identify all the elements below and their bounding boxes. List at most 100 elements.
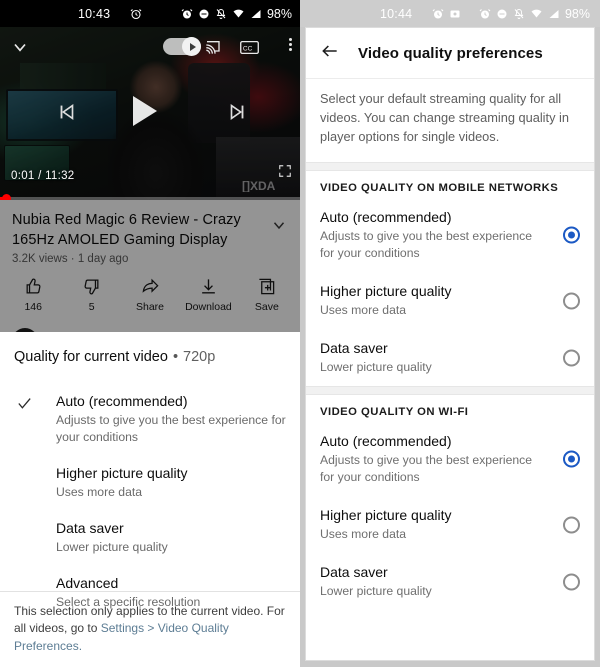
check-icon — [16, 395, 33, 417]
like-button[interactable]: 146 — [4, 277, 62, 313]
xda-watermark: []XDA — [242, 179, 294, 197]
radio-button-selected[interactable] — [563, 450, 580, 468]
option-title: Higher picture quality — [320, 283, 452, 299]
sheet-heading: Quality for current video • 720p — [0, 332, 300, 381]
status-right-icons: 98% — [181, 7, 292, 21]
wifi-option-data-saver[interactable]: Data saver Lower picture quality — [306, 553, 594, 610]
option-subtitle: Lower picture quality — [56, 540, 168, 554]
left-phone-screen: 10:43 98% CC 0:01 / 11:32 []XDA Nubia Re… — [0, 0, 300, 667]
download-button[interactable]: Download — [179, 277, 237, 313]
dual-phone-screenshot: 10:43 98% CC 0:01 / 11:32 []XDA Nubia Re… — [0, 0, 600, 667]
share-label: Share — [136, 301, 165, 313]
option-subtitle: Adjusts to give you the best experience … — [320, 229, 533, 260]
radio-button-selected[interactable] — [563, 226, 580, 244]
autoplay-knob — [182, 37, 201, 56]
thumbs-down-icon — [84, 279, 99, 295]
battery-percent: 98% — [564, 6, 590, 21]
option-subtitle: Uses more data — [320, 527, 407, 541]
status-left-icons — [130, 8, 142, 20]
bell-muted-icon — [216, 8, 226, 19]
sheet-option-auto[interactable]: Auto (recommended) Adjusts to give you t… — [0, 383, 300, 455]
thumbs-up-icon — [26, 278, 41, 294]
video-player[interactable]: CC 0:01 / 11:32 []XDA — [0, 27, 300, 200]
option-subtitle: Lower picture quality — [320, 360, 432, 374]
share-button[interactable]: Share — [121, 277, 179, 313]
alarm-icon — [181, 8, 193, 18]
dislike-count: 5 — [88, 301, 95, 313]
radio-button[interactable] — [563, 292, 580, 309]
mobile-option-higher-picture-quality[interactable]: Higher picture quality Uses more data — [306, 272, 594, 329]
battery-percent: 98% — [266, 6, 292, 21]
collapse-chevron-icon[interactable] — [10, 37, 30, 62]
status-left-icons — [432, 8, 461, 20]
option-subtitle: Adjusts to give you the best experience … — [56, 413, 286, 444]
option-title: Data saver — [56, 520, 124, 536]
section-divider — [306, 386, 594, 395]
sheet-option-data-saver[interactable]: Data saver Lower picture quality — [0, 510, 300, 565]
svg-text:CC: CC — [243, 45, 253, 52]
section-divider — [306, 162, 594, 171]
quality-bottom-sheet: Quality for current video • 720p Auto (rec… — [0, 332, 300, 667]
skip-next-icon[interactable] — [226, 101, 248, 128]
right-status-bar: 10:44 98% — [300, 0, 600, 27]
settings-panel: Video quality preferences Select your de… — [305, 27, 595, 661]
description-chevron-icon[interactable] — [270, 216, 288, 239]
option-title: Higher picture quality — [56, 465, 188, 481]
back-arrow-icon[interactable] — [320, 41, 340, 66]
dislike-button[interactable]: 5 — [62, 277, 120, 313]
like-count: 146 — [24, 301, 42, 313]
left-status-bar: 10:43 98% — [0, 0, 300, 27]
radio-button[interactable] — [563, 516, 580, 533]
option-subtitle: Adjusts to give you the best experience … — [320, 453, 533, 484]
skip-previous-icon[interactable] — [56, 101, 78, 128]
option-subtitle: Uses more data — [56, 485, 143, 499]
save-icon — [259, 278, 275, 295]
wifi-icon — [233, 9, 244, 17]
player-playback-controls — [0, 96, 300, 131]
svg-text:[]XDA: []XDA — [242, 179, 276, 192]
overflow-menu-icon[interactable] — [289, 38, 292, 51]
sheet-footer: This selection only applies to the curre… — [0, 590, 300, 667]
video-action-row: 146 5 Share Download Save — [0, 265, 300, 322]
option-subtitle: Uses more data — [320, 303, 407, 317]
option-title: Auto (recommended) — [320, 209, 452, 225]
sheet-heading-label: Quality for current video — [14, 349, 168, 365]
radio-button[interactable] — [563, 349, 580, 366]
option-title: Data saver — [320, 340, 388, 356]
download-label: Download — [185, 301, 232, 313]
page-title: Video quality preferences — [358, 44, 543, 62]
sheet-option-list: Auto (recommended) Adjusts to give you t… — [0, 381, 300, 620]
status-right-icons: 98% — [479, 7, 590, 21]
signal-icon — [251, 9, 261, 18]
sheet-heading-separator: • — [172, 349, 179, 365]
closed-captions-icon[interactable]: CC — [240, 40, 259, 60]
cast-icon[interactable] — [204, 39, 222, 60]
mobile-option-data-saver[interactable]: Data saver Lower picture quality — [306, 329, 594, 386]
do-not-disturb-icon — [199, 9, 209, 18]
sheet-option-higher-picture-quality[interactable]: Higher picture quality Uses more data — [0, 455, 300, 510]
autoplay-toggle[interactable] — [163, 37, 201, 56]
section-title-wifi: VIDEO QUALITY ON WI-FI — [320, 406, 469, 418]
share-icon — [142, 278, 159, 293]
option-title: Auto (recommended) — [56, 393, 188, 409]
video-title: Nubia Red Magic 6 Review - Crazy 165Hz A… — [12, 212, 241, 248]
alarm-icon — [432, 8, 444, 18]
save-label: Save — [254, 301, 279, 313]
status-time: 10:44 — [380, 6, 413, 21]
option-subtitle: Lower picture quality — [320, 584, 432, 598]
download-icon — [202, 279, 215, 294]
play-icon[interactable] — [133, 96, 157, 126]
wifi-icon — [531, 9, 542, 17]
bell-muted-icon — [514, 8, 524, 19]
wifi-option-higher-picture-quality[interactable]: Higher picture quality Uses more data — [306, 496, 594, 553]
wifi-option-auto[interactable]: Auto (recommended) Adjusts to give you t… — [306, 422, 594, 496]
mobile-option-auto[interactable]: Auto (recommended) Adjusts to give you t… — [306, 198, 594, 272]
save-button[interactable]: Save — [238, 277, 296, 313]
signal-icon — [549, 9, 559, 18]
screenshot-icon — [450, 10, 460, 17]
radio-button[interactable] — [563, 573, 580, 590]
right-phone-screen: 10:44 98% Video quality preferences Sele… — [300, 0, 600, 667]
app-bar: Video quality preferences — [306, 28, 594, 78]
alarm-icon — [130, 8, 142, 19]
option-title: Auto (recommended) — [320, 433, 452, 449]
